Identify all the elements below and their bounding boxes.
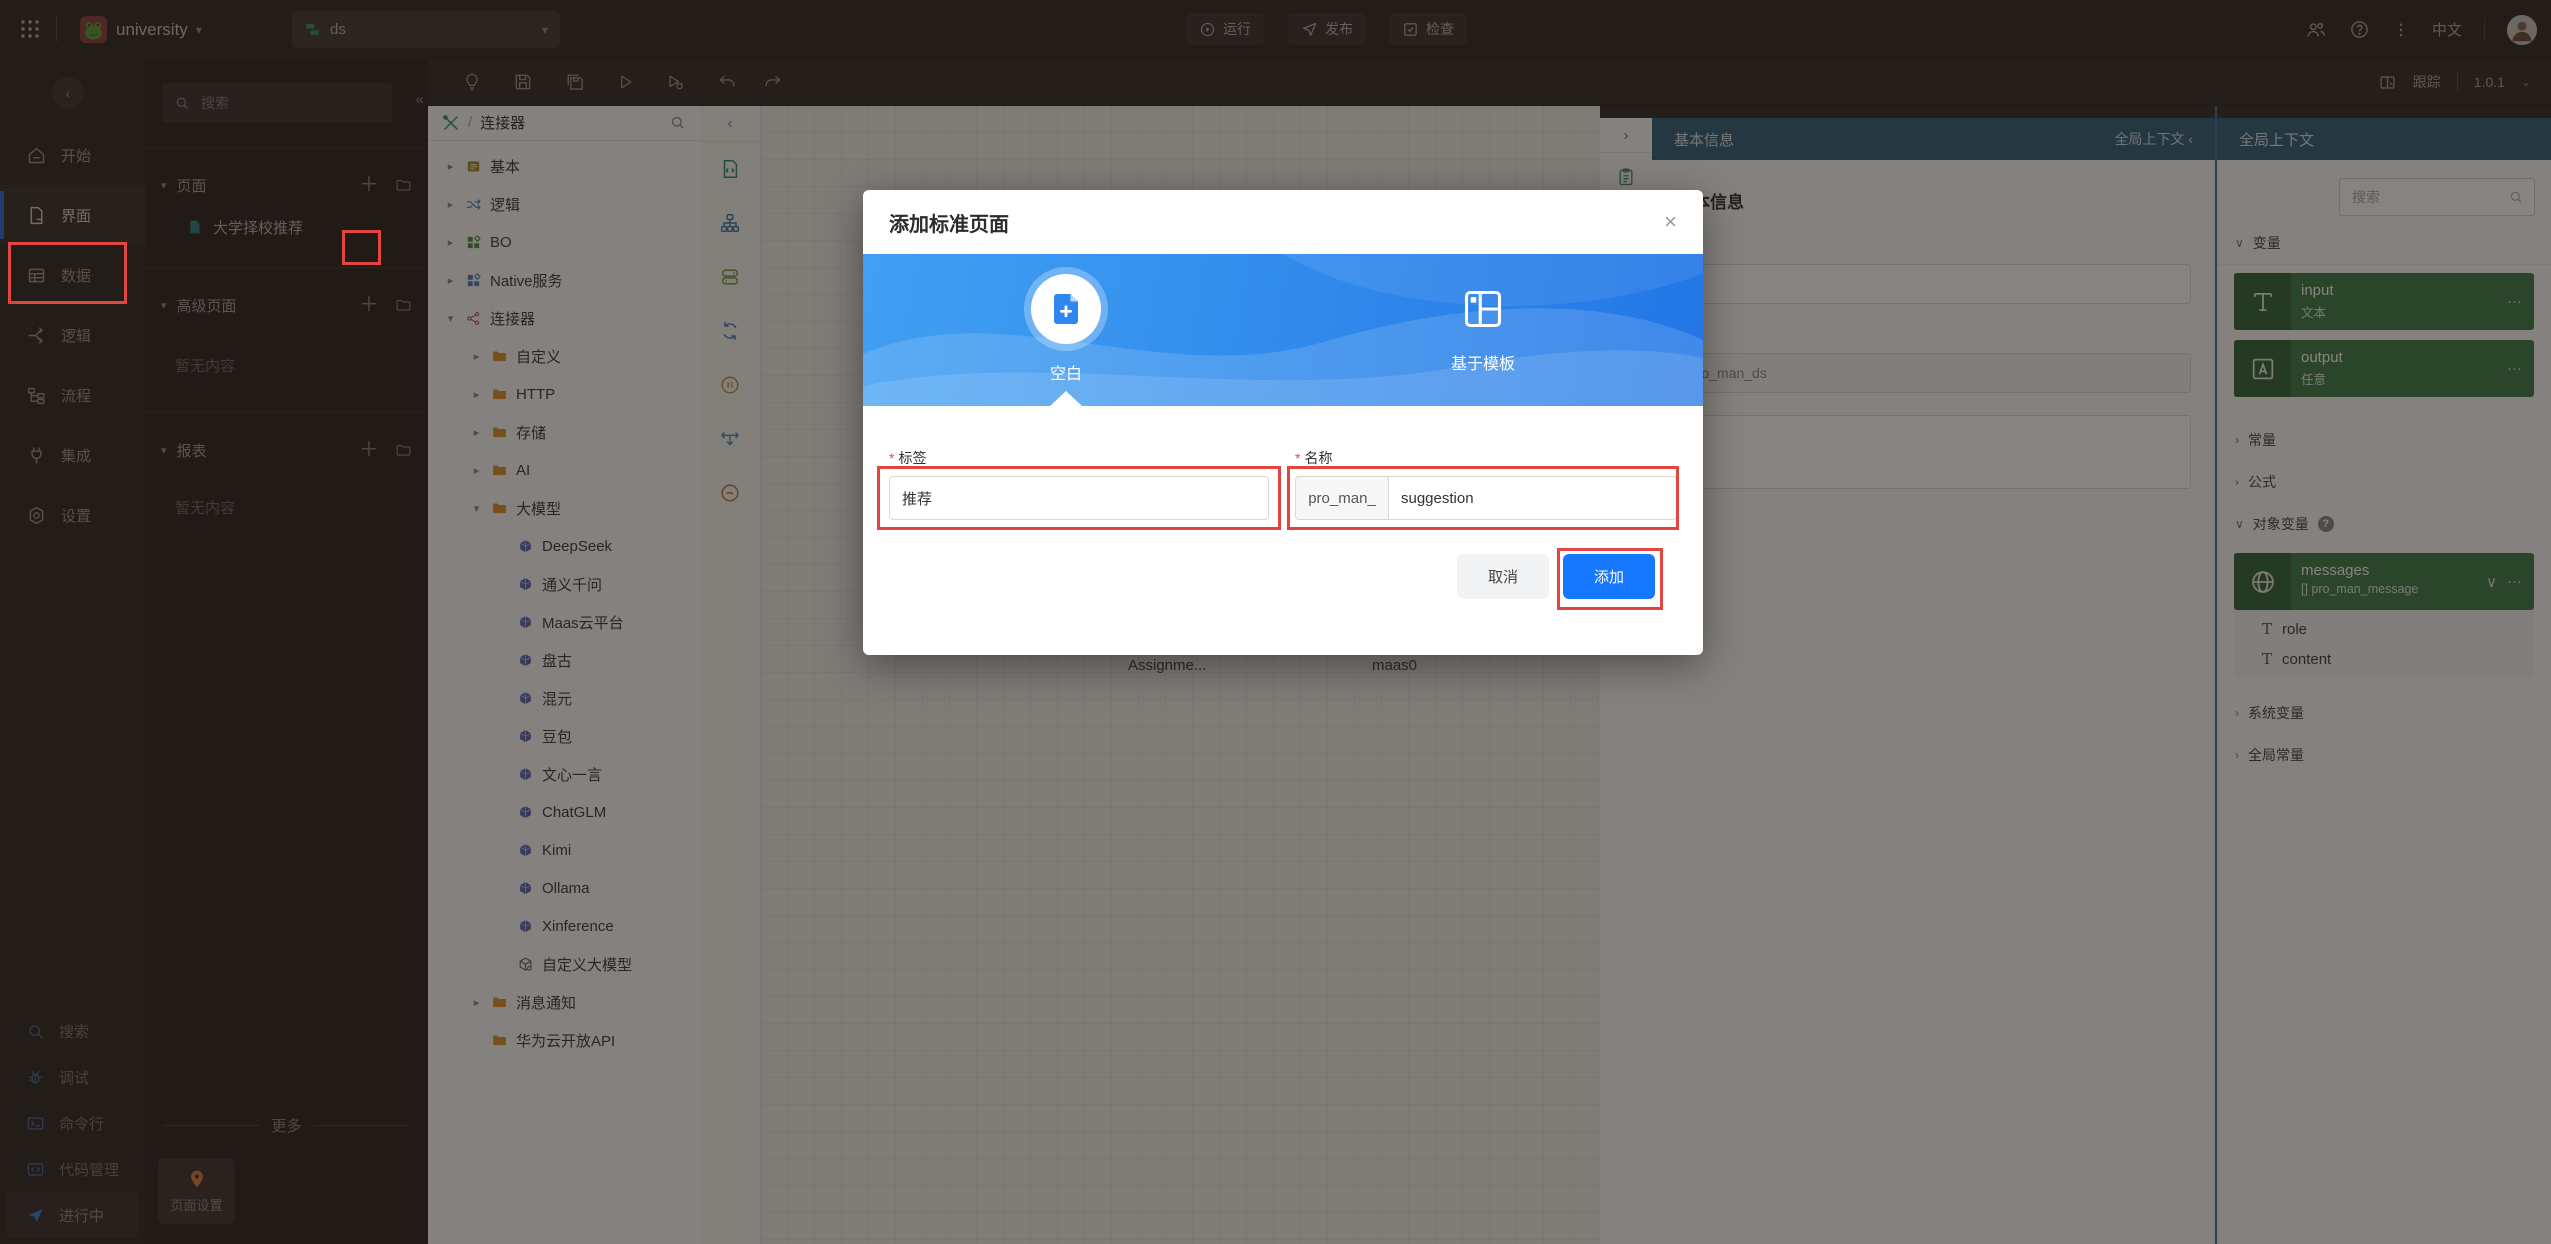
blank-page-icon	[1024, 267, 1108, 351]
add-button[interactable]: 添加	[1563, 554, 1655, 599]
option-blank[interactable]: 空白	[991, 267, 1141, 384]
modal-footer: 取消 添加	[863, 554, 1703, 599]
field-label: *标签	[889, 448, 1269, 468]
add-standard-page-modal: 添加标准页面 × 空白 基于模板	[863, 190, 1703, 655]
name-prefix-addon: pro_man_	[1295, 476, 1388, 520]
field-label: *名称	[1295, 448, 1677, 468]
cancel-button[interactable]: 取消	[1457, 554, 1549, 599]
option-template[interactable]: 基于模板	[1403, 267, 1563, 374]
modal-banner: 空白 基于模板	[863, 254, 1703, 406]
option-template-label: 基于模板	[1403, 350, 1563, 374]
close-icon[interactable]: ×	[1664, 211, 1677, 233]
page-name-input[interactable]	[1388, 476, 1677, 520]
option-blank-label: 空白	[991, 360, 1141, 384]
modal-header: 添加标准页面 ×	[863, 190, 1703, 254]
modal-title: 添加标准页面	[889, 208, 1009, 237]
banner-waves	[863, 254, 1703, 406]
required-asterisk: *	[889, 450, 894, 466]
app-root: university ▾ ds ▾ 运行 发布 检查	[0, 0, 2551, 1244]
selected-option-pointer	[1050, 391, 1082, 406]
template-icon	[1461, 287, 1505, 331]
page-label-input[interactable]	[889, 476, 1269, 520]
modal-form: *标签 *名称 pro_man_	[863, 406, 1703, 520]
page-name-group: pro_man_	[1295, 476, 1677, 520]
required-asterisk: *	[1295, 450, 1300, 466]
